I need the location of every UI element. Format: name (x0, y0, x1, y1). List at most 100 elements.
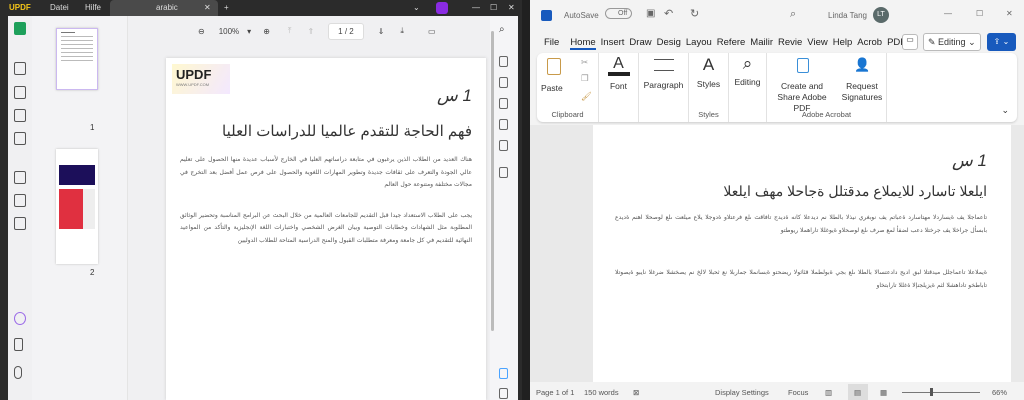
menu-hilfe[interactable]: Hilfe (85, 3, 101, 12)
tab-view[interactable]: View (807, 37, 827, 50)
document-tab[interactable]: arabic ✕ (110, 0, 218, 16)
tab-file[interactable]: File (544, 37, 559, 50)
styles-icon: A (702, 55, 715, 74)
ocr-icon[interactable] (499, 56, 508, 67)
zoom-out-icon[interactable]: ⊖ (198, 27, 205, 36)
prev-page-icon[interactable]: ⇑ (307, 27, 314, 36)
bookmark-icon[interactable] (14, 338, 23, 351)
save-icon[interactable]: ▣ (646, 8, 655, 19)
page-thumbnail-2[interactable] (56, 149, 98, 264)
share-button[interactable]: ⇪ ⌄ (987, 33, 1016, 51)
paragraph-group[interactable]: Paragraph (639, 53, 689, 122)
font-group[interactable]: A Font (599, 53, 639, 122)
maximize-icon[interactable]: ☐ (490, 3, 497, 12)
web-layout-icon[interactable]: ▦ (880, 388, 887, 397)
close-window-icon[interactable]: ✕ (508, 3, 515, 12)
zoom-dropdown-icon[interactable]: ▾ (247, 27, 251, 36)
convert-icon[interactable] (14, 132, 26, 145)
tab-review[interactable]: Revie (778, 37, 802, 50)
convert-pdf-icon[interactable] (499, 77, 508, 88)
display-settings-button[interactable]: Display Settings (715, 388, 769, 397)
redo-icon[interactable]: ↻ (690, 7, 699, 20)
search-icon[interactable]: ⌕ (499, 24, 505, 35)
paragraph-1: هناك العديد من الطلاب الذين يرغبون في مت… (180, 156, 472, 188)
organize-icon[interactable] (14, 171, 26, 184)
dropdown-icon[interactable]: ⌄ (413, 3, 420, 12)
email-icon[interactable] (499, 140, 508, 151)
cut-icon[interactable]: ✂ (581, 57, 588, 68)
tab-acrobat[interactable]: Acrob (857, 37, 882, 50)
viewer-scrollbar[interactable] (491, 31, 494, 331)
menu-datei[interactable]: Datei (50, 3, 69, 12)
crop-icon[interactable] (14, 194, 26, 207)
read-mode-icon[interactable]: ▥ (825, 388, 832, 397)
autosave-toggle[interactable]: Off (605, 8, 633, 19)
highlight-icon[interactable] (14, 62, 26, 75)
form-icon[interactable] (14, 109, 26, 122)
layers-icon[interactable] (14, 312, 26, 325)
editing-group[interactable]: ⌕ Editing (729, 53, 767, 122)
zoom-level[interactable]: 100% (219, 27, 239, 36)
account-icon[interactable] (436, 2, 448, 14)
close-tab-icon[interactable]: ✕ (204, 3, 211, 12)
tab-references[interactable]: Refere (717, 37, 746, 50)
print-layout-icon[interactable]: ▤ (848, 384, 868, 400)
minimize-icon[interactable]: — (944, 9, 952, 18)
ai-assistant-icon[interactable] (499, 368, 508, 379)
next-page-icon[interactable]: ⇓ (378, 27, 385, 36)
paste-icon[interactable] (547, 58, 561, 75)
updf-workspace: 1 2 ⊖ 100% ▾ ⊕ ⤒ ⇑ 1 / 2 ⇓ ⤓ ▭ UPDF WWW.U… (8, 16, 518, 400)
close-icon[interactable]: ✕ (1006, 9, 1013, 18)
undo-icon[interactable]: ↶ (664, 7, 673, 20)
word-window: AutoSave Off ▣ ↶ ↻ ⌕ Linda Tang LT — ☐ ✕… (530, 0, 1024, 400)
editing-mode-button[interactable]: ✎ Editing ⌄ (923, 33, 981, 51)
search-icon[interactable]: ⌕ (790, 8, 796, 21)
tab-draw[interactable]: Draw (629, 37, 651, 50)
maximize-icon[interactable]: ☐ (976, 9, 983, 18)
presentation-icon[interactable]: ▭ (428, 27, 436, 36)
word-count[interactable]: 150 words (584, 388, 619, 397)
styles-button[interactable]: Styles (689, 79, 728, 89)
page-thumbnail-1[interactable] (56, 28, 98, 90)
edit-pdf-icon[interactable] (14, 86, 26, 99)
font-button[interactable]: Font (599, 81, 638, 91)
word-page[interactable]: 1 س ايلعلا تاسارد للايملاع مدقتلل ةجاحلا… (593, 125, 1011, 382)
tab-layout[interactable]: Layou (686, 37, 712, 50)
editing-button[interactable]: Editing (729, 77, 766, 87)
tab-mailings[interactable]: Mailir (750, 37, 773, 50)
minimize-icon[interactable]: — (472, 3, 480, 12)
comment-icon[interactable] (499, 388, 508, 399)
comments-button[interactable]: ▭ (902, 34, 918, 50)
collapse-ribbon-icon[interactable]: ⌄ (1001, 105, 1009, 116)
first-page-icon[interactable]: ⤒ (288, 26, 292, 36)
accessibility-icon[interactable]: ⊠ (633, 388, 639, 397)
tab-design[interactable]: Desig (657, 37, 681, 50)
paragraph-button[interactable]: Paragraph (639, 80, 688, 90)
new-tab-icon[interactable]: + (224, 3, 229, 12)
request-signatures-button[interactable]: Request Signatures (839, 81, 885, 103)
paste-button[interactable]: Paste (541, 83, 563, 93)
page-indicator[interactable]: 1 / 2 (328, 22, 364, 40)
zoom-slider[interactable] (902, 392, 980, 393)
user-avatar[interactable]: LT (873, 7, 889, 23)
page-count[interactable]: Page 1 of 1 (536, 388, 574, 397)
copy-icon[interactable]: ❐ (581, 73, 589, 84)
attachment-icon[interactable] (14, 366, 22, 379)
tab-home[interactable]: Home (570, 37, 596, 50)
zoom-percent[interactable]: 66% (992, 388, 1007, 397)
last-page-icon[interactable]: ⤓ (400, 26, 404, 36)
compare-icon[interactable] (14, 217, 26, 230)
format-painter-icon[interactable]: 🖌 (581, 91, 592, 102)
share-icon[interactable] (499, 119, 508, 130)
thumbnail-panel: 1 2 (32, 16, 128, 400)
zoom-thumb[interactable] (930, 388, 933, 396)
adobe-acrobat-label: Adobe Acrobat (801, 110, 852, 119)
save-icon[interactable] (499, 167, 508, 178)
tab-help[interactable]: Help (833, 37, 853, 50)
protect-icon[interactable] (499, 98, 508, 109)
tab-insert[interactable]: Insert (601, 37, 625, 50)
styles-group[interactable]: A Styles Styles (689, 53, 729, 122)
reader-icon[interactable] (14, 22, 26, 35)
focus-button[interactable]: Focus (788, 388, 808, 397)
zoom-in-icon[interactable]: ⊕ (263, 27, 270, 36)
